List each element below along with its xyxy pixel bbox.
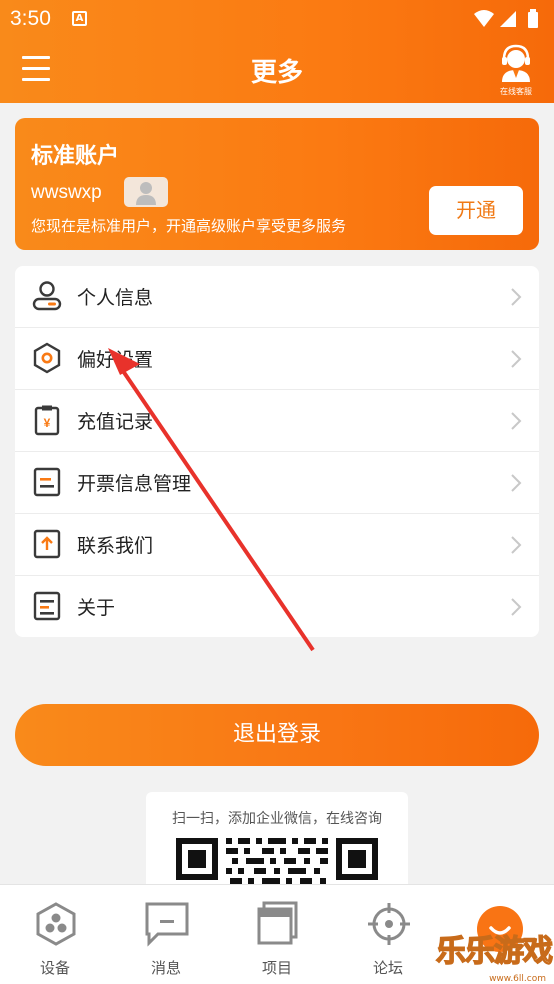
chevron-right-icon — [511, 350, 522, 368]
account-description: 您现在是标准用户，开通高级账户享受更多服务 — [31, 217, 347, 235]
tab-label: 消息 — [150, 959, 181, 977]
preference-hexagon-icon — [33, 342, 61, 374]
menu-item-label: 联系我们 — [77, 535, 154, 557]
online-service-button[interactable]: 在线客服 — [496, 44, 536, 96]
signal-icon — [500, 11, 516, 27]
menu-item-about[interactable]: 关于 — [15, 576, 539, 637]
account-card: 标准账户 wwswxp 您现在是标准用户，开通高级账户享受更多服务 开通 — [15, 118, 539, 250]
contact-upload-icon — [33, 529, 61, 559]
status-bar: 3:50 A — [0, 0, 554, 38]
tab-label: 论坛 — [372, 959, 403, 977]
svg-text:¥: ¥ — [44, 416, 51, 430]
battery-icon — [528, 9, 538, 28]
menu-item-label: 关于 — [77, 597, 116, 619]
recharge-clipboard-icon: ¥ — [34, 405, 60, 436]
menu-item-recharge-records[interactable]: ¥ 充值记录 — [15, 390, 539, 452]
watermark-url: www.6ll.com — [489, 974, 546, 984]
qr-code — [176, 838, 378, 884]
status-time: 3:50 — [10, 7, 51, 30]
tab-forum[interactable]: 论坛 — [333, 885, 443, 984]
settings-menu-list: 个人信息 偏好设置 ¥ 充值记录 开票信息管理 联系我们 关于 — [15, 266, 539, 637]
invoice-icon — [33, 467, 61, 497]
navbar: 更多 在线客服 — [0, 38, 554, 103]
tab-device[interactable]: 设备 — [0, 885, 110, 984]
chevron-right-icon — [511, 598, 522, 616]
account-title: 标准账户 — [31, 144, 120, 169]
tab-label: 设备 — [39, 959, 70, 977]
tab-label: 项目 — [261, 959, 292, 977]
logout-button[interactable]: 退出登录 — [15, 704, 539, 766]
page-title: 更多 — [250, 58, 303, 88]
tab-projects[interactable]: 项目 — [222, 885, 332, 984]
avatar — [124, 177, 168, 207]
notification-a-icon: A — [72, 11, 87, 26]
menu-item-contact-us[interactable]: 联系我们 — [15, 514, 539, 576]
app-header: 3:50 A 更多 在线客服 — [0, 0, 554, 103]
status-icons — [472, 8, 542, 35]
wifi-icon — [474, 10, 494, 27]
menu-item-label: 偏好设置 — [77, 349, 154, 371]
menu-item-label: 个人信息 — [77, 287, 154, 309]
qr-caption: 扫一扫，添加企业微信，在线咨询 — [172, 811, 382, 827]
menu-item-label: 开票信息管理 — [77, 473, 192, 495]
menu-item-label: 充值记录 — [77, 411, 154, 433]
project-icon — [257, 901, 298, 945]
account-username: wwswxp — [31, 182, 102, 203]
menu-item-preferences[interactable]: 偏好设置 — [15, 328, 539, 390]
online-service-label: 在线客服 — [500, 87, 532, 96]
menu-item-personal-info[interactable]: 个人信息 — [15, 266, 539, 328]
customer-service-icon — [502, 44, 530, 82]
message-icon — [145, 902, 189, 947]
forum-target-icon — [368, 903, 410, 945]
user-icon — [32, 281, 62, 311]
open-premium-button[interactable]: 开通 — [429, 186, 523, 235]
about-icon — [33, 591, 61, 621]
chevron-right-icon — [511, 288, 522, 306]
chevron-right-icon — [511, 536, 522, 554]
chevron-right-icon — [511, 412, 522, 430]
menu-item-invoice-management[interactable]: 开票信息管理 — [15, 452, 539, 514]
tab-messages[interactable]: 消息 — [111, 885, 221, 984]
chevron-right-icon — [511, 474, 522, 492]
device-hexagon-icon — [36, 902, 76, 946]
watermark-logo: 乐乐游戏 — [435, 933, 553, 969]
